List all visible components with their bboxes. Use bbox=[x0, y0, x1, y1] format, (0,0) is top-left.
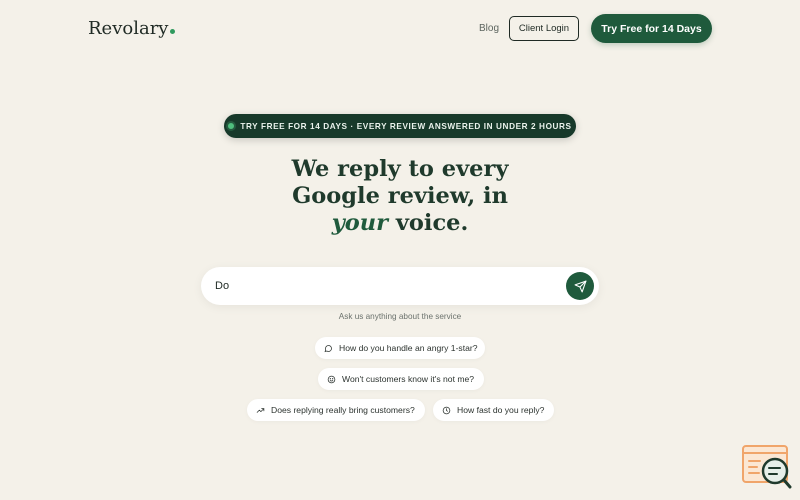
client-login-button[interactable]: Client Login bbox=[509, 16, 579, 41]
headline-emphasis: your bbox=[331, 210, 388, 236]
smiley-icon bbox=[327, 375, 336, 383]
clock-icon bbox=[442, 406, 451, 414]
suggestion-chip[interactable]: How do you handle an angry 1-star? bbox=[315, 337, 485, 359]
headline-end: voice. bbox=[395, 210, 469, 236]
suggestion-label: Won't customers know it's not me? bbox=[342, 374, 475, 384]
try-free-button[interactable]: Try Free for 14 Days bbox=[591, 14, 712, 43]
review-search-widget[interactable] bbox=[742, 445, 792, 489]
ask-input[interactable] bbox=[215, 276, 555, 296]
suggestion-chip[interactable]: Does replying really bring customers? bbox=[247, 399, 425, 421]
suggestion-chip[interactable]: Won't customers know it's not me? bbox=[318, 368, 484, 390]
promo-badge-text: TRY FREE FOR 14 DAYS · EVERY REVIEW ANSW… bbox=[240, 121, 572, 131]
review-search-icon bbox=[742, 445, 792, 489]
live-dot-icon bbox=[228, 123, 235, 129]
send-icon bbox=[574, 280, 586, 292]
promo-badge: TRY FREE FOR 14 DAYS · EVERY REVIEW ANSW… bbox=[224, 114, 576, 138]
suggestion-label: Does replying really bring customers? bbox=[271, 405, 415, 415]
suggestion-label: How fast do you reply? bbox=[457, 405, 545, 415]
brand-logo-text: Revolary bbox=[88, 18, 169, 39]
ask-hint: Ask us anything about the service bbox=[338, 312, 462, 321]
trend-up-icon bbox=[256, 407, 265, 413]
nav-link-blog[interactable]: Blog bbox=[479, 23, 499, 34]
send-button[interactable] bbox=[566, 272, 594, 300]
headline-line-1: We reply to every bbox=[291, 156, 509, 182]
brand-logo[interactable]: Revolary bbox=[88, 18, 176, 39]
suggestion-label: How do you handle an angry 1-star? bbox=[339, 343, 478, 353]
suggestion-chip[interactable]: How fast do you reply? bbox=[433, 399, 554, 421]
logo-dot bbox=[170, 29, 176, 34]
page-title: We reply to every Google review, in your… bbox=[200, 156, 600, 237]
headline-line-2: Google review, in bbox=[292, 183, 508, 209]
speech-bubble-icon bbox=[324, 344, 332, 352]
ask-box bbox=[201, 267, 599, 305]
